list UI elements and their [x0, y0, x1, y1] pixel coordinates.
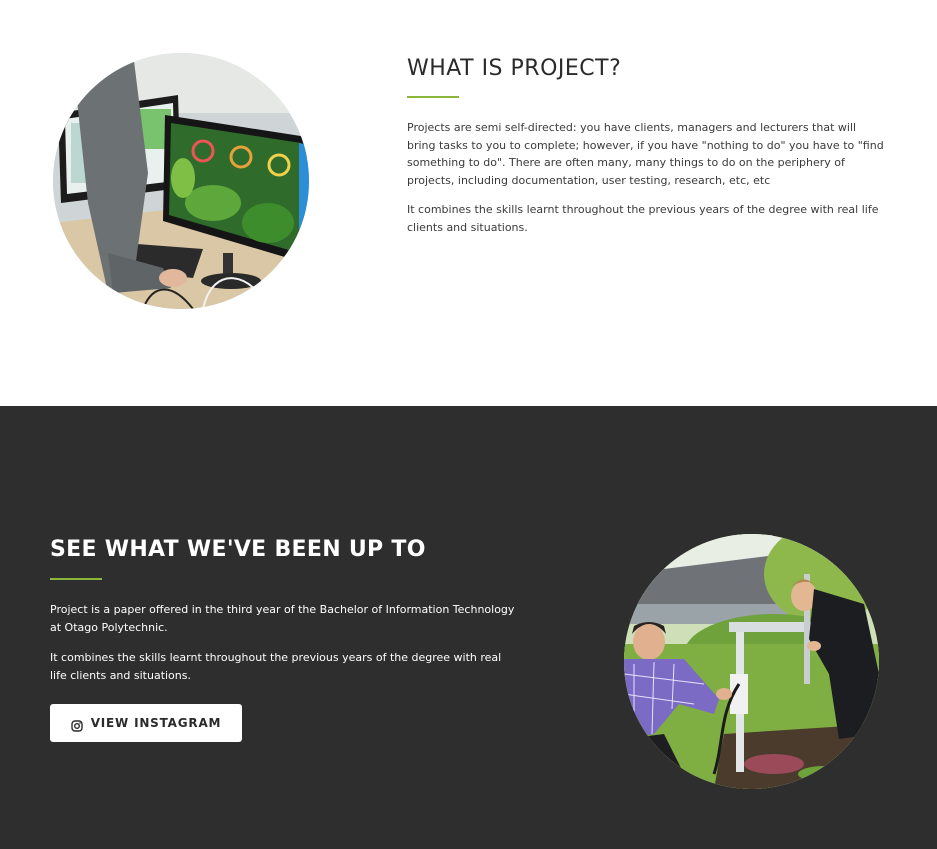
paragraph: Project is a paper offered in the third …	[50, 603, 515, 634]
paragraph: It combines the skills learnt throughout…	[407, 203, 879, 234]
heading-underline	[407, 96, 459, 98]
paragraph: Projects are semi self-directed: you hav…	[407, 121, 884, 187]
what-is-project-section: WHAT IS PROJECT? Projects are semi self-…	[0, 0, 937, 406]
what-is-project-content: WHAT IS PROJECT? Projects are semi self-…	[407, 56, 887, 248]
heading-underline	[50, 578, 102, 580]
monitors-photo	[53, 53, 309, 309]
section-heading: WHAT IS PROJECT?	[407, 56, 622, 81]
section-heading: SEE WHAT WE'VE BEEN UP TO	[50, 537, 426, 562]
instagram-section: SEE WHAT WE'VE BEEN UP TO Project is a p…	[0, 406, 937, 849]
garden-sensor-photo	[624, 534, 879, 789]
instagram-icon	[71, 717, 83, 732]
view-instagram-button[interactable]: VIEW INSTAGRAM	[50, 704, 242, 742]
paragraph: It combines the skills learnt throughout…	[50, 651, 502, 682]
view-instagram-label: VIEW INSTAGRAM	[90, 716, 222, 730]
instagram-content: SEE WHAT WE'VE BEEN UP TO Project is a p…	[50, 537, 520, 697]
